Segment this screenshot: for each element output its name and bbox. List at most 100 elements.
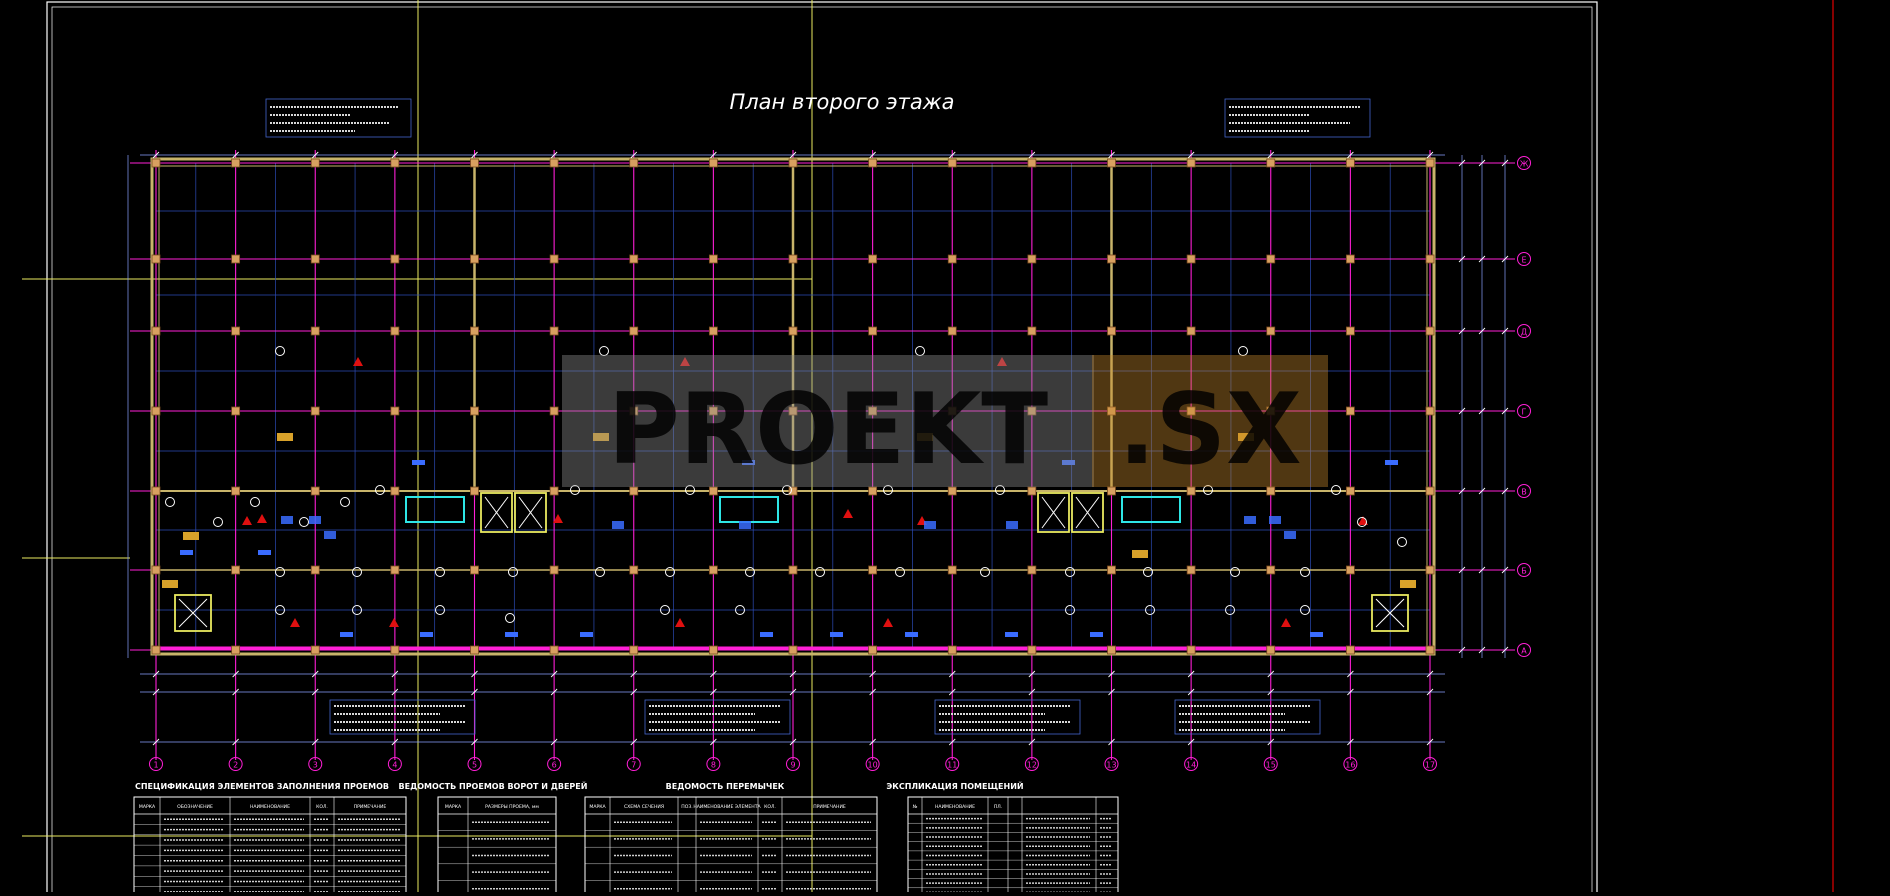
table-header-cell: ПРИМЕЧАНИЕ	[354, 804, 387, 810]
column	[629, 158, 639, 168]
column	[151, 406, 161, 416]
axis-number-label: 3	[313, 761, 318, 770]
equipment-symbol	[281, 516, 293, 524]
cad-drawing-viewport[interactable]: План второго этажа 1 2 3 4 5 6 7 8 9 10 11 12 13 14 15…	[0, 0, 1890, 896]
column	[788, 254, 798, 264]
watermark-text-right: .SX	[1118, 373, 1301, 487]
column	[629, 565, 639, 575]
column	[1107, 326, 1116, 336]
level-tag	[183, 532, 199, 540]
column	[629, 254, 639, 264]
column	[390, 486, 400, 496]
column	[231, 158, 241, 168]
column	[390, 326, 400, 336]
axis-letter-label: Г	[1522, 408, 1527, 417]
area-label	[760, 632, 773, 637]
area-label	[1090, 632, 1103, 637]
axis-letter-label: В	[1521, 488, 1527, 497]
spec-table-title: СПЕЦИФИКАЦИЯ ЭЛЕМЕНТОВ ЗАПОЛНЕНИЯ ПРОЕМО…	[135, 782, 389, 791]
table-header-cell: ПРИМЕЧАНИЕ	[813, 804, 846, 810]
equipment-symbol	[309, 516, 321, 524]
column	[310, 406, 320, 416]
column	[708, 486, 718, 496]
table-header-cell: НАИМЕНОВАНИЕ	[935, 804, 975, 810]
area-label	[340, 632, 353, 637]
column	[868, 565, 878, 575]
column	[310, 486, 320, 496]
column	[549, 486, 559, 496]
column	[1027, 565, 1037, 575]
column	[151, 565, 161, 575]
equipment-symbol	[924, 521, 936, 529]
column	[1027, 326, 1037, 336]
column	[310, 254, 320, 264]
column	[390, 158, 400, 168]
column	[1186, 486, 1196, 496]
column	[151, 326, 161, 336]
axis-number-label: 12	[1027, 761, 1037, 770]
column	[310, 158, 320, 168]
column	[788, 158, 798, 168]
axis-number-label: 10	[868, 761, 878, 770]
area-label	[180, 550, 193, 555]
column	[549, 326, 559, 336]
equipment-symbol	[739, 521, 751, 529]
column	[1266, 486, 1276, 496]
level-tag	[162, 580, 178, 588]
column	[868, 486, 878, 496]
column	[1425, 326, 1435, 336]
column	[788, 326, 798, 336]
column	[1345, 326, 1355, 336]
column	[231, 645, 241, 655]
axis-number-label: 6	[552, 761, 557, 770]
axis-number-label: 8	[711, 761, 716, 770]
column	[1425, 158, 1435, 168]
axis-number-label: 17	[1425, 761, 1435, 770]
column	[708, 645, 718, 655]
axis-letter-label: Б	[1521, 567, 1527, 576]
column	[1266, 158, 1276, 168]
column	[629, 645, 639, 655]
column	[231, 406, 241, 416]
axis-number-label: 9	[790, 761, 795, 770]
column	[1425, 406, 1435, 416]
table-header-cell: КОЛ.	[764, 804, 776, 810]
floor-plan-drawing: План второго этажа 1 2 3 4 5 6 7 8 9 10 11 12 13 14 15…	[0, 0, 1890, 896]
axis-number-label: 2	[233, 761, 238, 770]
column	[947, 158, 957, 168]
column	[1186, 565, 1196, 575]
level-tag	[277, 433, 293, 441]
column	[1107, 254, 1116, 264]
equipment-symbol	[324, 531, 336, 539]
column	[1027, 158, 1037, 168]
column	[310, 645, 320, 655]
area-label	[1310, 632, 1323, 637]
column	[708, 326, 718, 336]
column	[708, 254, 718, 264]
column	[788, 565, 798, 575]
equipment-symbol	[1006, 521, 1018, 529]
table-header-cell: ОБОЗНАЧЕНИЕ	[177, 804, 213, 810]
axis-letter-label: Ж	[1520, 160, 1529, 169]
column	[1107, 645, 1116, 655]
column	[629, 486, 639, 496]
column	[1027, 486, 1037, 496]
area-label	[830, 632, 843, 637]
axis-number-label: 16	[1345, 761, 1355, 770]
column	[390, 645, 400, 655]
column	[1345, 486, 1355, 496]
equipment-symbol	[1244, 516, 1256, 524]
column	[1345, 254, 1355, 264]
column	[708, 565, 718, 575]
table-header-cell: СХЕМА СЕЧЕНИЯ	[624, 804, 664, 810]
column	[947, 645, 957, 655]
area-label	[905, 632, 918, 637]
level-tag	[1132, 550, 1148, 558]
column	[470, 158, 479, 168]
column	[310, 565, 320, 575]
watermark-text-left: PROEKT	[608, 373, 1048, 487]
column	[1107, 565, 1116, 575]
table-header-cell: РАЗМЕРЫ ПРОЕМА, мм	[485, 804, 539, 810]
axis-number-label: 7	[631, 761, 636, 770]
level-tag	[1400, 580, 1416, 588]
